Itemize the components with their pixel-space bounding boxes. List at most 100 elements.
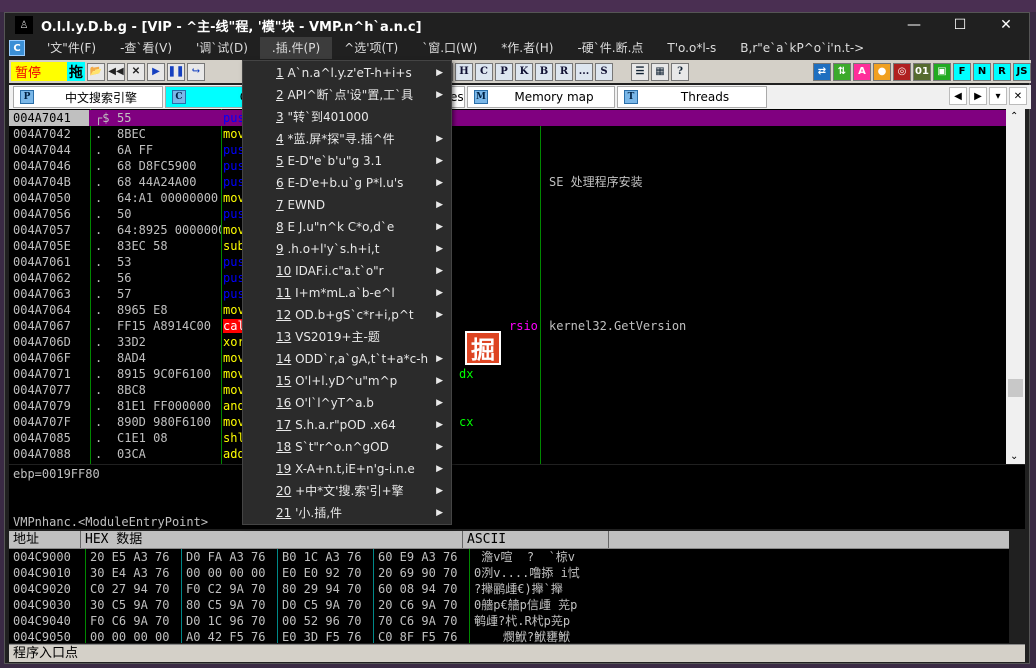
plugin-menu-item[interactable]: 18 S`t"r^o.n^gOD ▶ <box>243 436 451 458</box>
menu-item[interactable]: T'o.o*l-s <box>655 37 728 59</box>
window-button[interactable]: S <box>595 62 613 81</box>
toolbar-button[interactable]: ↪ <box>187 62 205 81</box>
tab-nav-button[interactable]: ▶ <box>969 87 987 105</box>
menu-item[interactable]: -硬`件.断.点 <box>565 37 655 59</box>
plugin-menu-item[interactable]: 19 X-A+n.t,iE+n'g-i.n.e ▶ <box>243 458 451 480</box>
disasm-row[interactable]: 004A7044. 6A FF push <box>9 142 1006 158</box>
disasm-row[interactable]: 004A7088. 03CA add <box>9 446 1006 462</box>
plugin-menu-item[interactable]: 7 EWND ▶ <box>243 194 451 216</box>
plugin-menu-item[interactable]: 14 ODD`r,a`gA,t`t+a*c-h ▶ <box>243 348 451 370</box>
dump-row[interactable]: 004C9010 30 E4 A3 76 00 00 00 00 E0 E0 92 7… <box>9 565 1009 581</box>
dump-row[interactable]: 004C9050 00 00 00 00 A0 42 F5 76 E0 3D F5 7… <box>9 629 1009 643</box>
toolbar-button[interactable]: ▦ <box>651 62 669 81</box>
plugin-button[interactable]: F <box>953 62 971 81</box>
tab-nav-button[interactable]: ✕ <box>1009 87 1027 105</box>
minimize-button[interactable]: — <box>891 13 937 37</box>
menu-item[interactable]: *作.者(H) <box>489 37 565 59</box>
menu-item[interactable]: .插.件(P) <box>259 37 333 59</box>
disasm-row[interactable]: 004A7061. 53 push <box>9 254 1006 270</box>
drag-handle[interactable]: 拖 <box>67 62 85 81</box>
tab-nav-button[interactable]: ◀ <box>949 87 967 105</box>
plugin-menu-item[interactable]: 4 *蓝.屏*探"寻.插^件 ▶ <box>243 128 451 150</box>
plugin-button[interactable]: JS <box>1013 62 1031 81</box>
menu-item[interactable]: `窗.口(W) <box>410 37 489 59</box>
window-button[interactable]: P <box>495 62 513 81</box>
disasm-row[interactable]: 004A7042. 8BEC mov <box>9 126 1006 142</box>
plugin-button[interactable]: A <box>853 62 871 81</box>
menu-item[interactable]: -查`看(V) <box>108 37 184 59</box>
dump-row[interactable]: 004C9040 F0 C6 9A 70 D0 1C 96 70 00 52 96 7… <box>9 613 1009 629</box>
plugin-button[interactable]: ● <box>873 62 891 81</box>
window-button[interactable]: K <box>515 62 533 81</box>
disasm-row[interactable]: 004A7077. 8BC8 mov <box>9 382 1006 398</box>
plugin-menu-item[interactable]: 16 O'l`l^yT^a.b ▶ <box>243 392 451 414</box>
menu-item[interactable]: '调`试(D) <box>184 37 260 59</box>
cpu-icon[interactable]: C <box>9 40 25 56</box>
tab-3[interactable]: M Memory map <box>467 86 615 108</box>
plugin-button[interactable]: ⇄ <box>813 62 831 81</box>
toolbar-button[interactable]: ☰ <box>631 62 649 81</box>
col-hex[interactable]: HEX 数据 <box>81 531 463 548</box>
plugin-menu-item[interactable]: 15 O'l+l.yD^u"m^p ▶ <box>243 370 451 392</box>
plugin-menu-item[interactable]: 13 VS2019+主-题 <box>243 326 451 348</box>
menu-item[interactable]: ^选'项(T) <box>332 37 410 59</box>
plugin-menu-item[interactable]: 1 A`n.a^l.y.z'eT-h+i+s ▶ <box>243 62 451 84</box>
toolbar-button[interactable]: ✕ <box>127 62 145 81</box>
disasm-row[interactable]: 004A7071. 8915 9C0F6100 mov dx <box>9 366 1006 382</box>
tab-4[interactable]: T Threads <box>617 86 767 108</box>
disasm-row[interactable]: 004A706F. 8AD4 mov <box>9 350 1006 366</box>
plugin-button[interactable]: 01 <box>913 62 931 81</box>
menu-item[interactable]: '文"件(F) <box>35 37 108 59</box>
plugin-button[interactable]: ▣ <box>933 62 951 81</box>
dump-row[interactable]: 004C9020 C0 27 94 70 F0 C2 9A 70 80 29 94 7… <box>9 581 1009 597</box>
disasm-row[interactable]: 004A7064. 8965 E8 mov <box>9 302 1006 318</box>
toolbar-button[interactable]: ◀◀ <box>107 62 125 81</box>
maximize-button[interactable]: ☐ <box>937 13 983 37</box>
plugin-menu-item[interactable]: 20 +中*文'搜.索'引+擎 ▶ <box>243 480 451 502</box>
col-ascii[interactable]: ASCII <box>463 531 609 548</box>
disasm-row[interactable]: 004A7046. 68 D8FC5900 push <box>9 158 1006 174</box>
disasm-row[interactable]: 004A705E. 83EC 58 sub <box>9 238 1006 254</box>
tab-nav-button[interactable]: ▾ <box>989 87 1007 105</box>
disasm-row[interactable]: 004A7041 ┌$ 55 push <box>9 110 1006 126</box>
toolbar-button[interactable]: ❚❚ <box>167 62 185 81</box>
window-button[interactable]: R <box>555 62 573 81</box>
close-button[interactable]: ✕ <box>983 13 1029 37</box>
disasm-row[interactable]: 004A7063. 57 push <box>9 286 1006 302</box>
plugin-menu-item[interactable]: 11 I+m*mL.a`b-e^l ▶ <box>243 282 451 304</box>
disassembly-pane[interactable]: 004A7041 ┌$ 55 push 004A7042. 8BEC mov 004A7044… <box>9 109 1006 464</box>
tab-0[interactable]: P 中文搜索引擎 <box>13 86 163 108</box>
plugin-button[interactable]: ⇅ <box>833 62 851 81</box>
plugin-menu-item[interactable]: 12 OD.b+gS`c*r+i,p^t ▶ <box>243 304 451 326</box>
disasm-row[interactable]: 004A704B. 68 44A24A00 push SE 处理程序安装 <box>9 174 1006 190</box>
plugin-menu-item[interactable]: 8 E J.u"n^k C*o,d`e ▶ <box>243 216 451 238</box>
plugin-button[interactable]: ◎ <box>893 62 911 81</box>
toolbar-button[interactable]: ? <box>671 62 689 81</box>
plugin-menu-item[interactable]: 17 S.h.a.r"pOD .x64 ▶ <box>243 414 451 436</box>
plugin-menu-item[interactable]: 3 "转`到401000 <box>243 106 451 128</box>
plugin-menu-item[interactable]: 6 E-D'e+b.u`g P*l.u's ▶ <box>243 172 451 194</box>
plugin-menu-item[interactable]: 21 '小.插,件 ▶ <box>243 502 451 524</box>
window-button[interactable]: B <box>535 62 553 81</box>
plugin-menu-item[interactable]: 10 IDAF.i.c"a.t`o"r ▶ <box>243 260 451 282</box>
disasm-row[interactable]: 004A7056. 50 push <box>9 206 1006 222</box>
plugin-menu-item[interactable]: 5 E-D"e`b'u"g 3.1 ▶ <box>243 150 451 172</box>
disasm-row[interactable]: 004A7050. 64:A1 00000000 mov <box>9 190 1006 206</box>
plugin-button[interactable]: N <box>973 62 991 81</box>
dump-row[interactable]: 004C9000 20 E5 A3 76 D0 FA A3 76 B0 1C A3 7… <box>9 549 1009 565</box>
window-button[interactable]: C <box>475 62 493 81</box>
menu-item[interactable]: B,r"e`a`kP^o`i'n.t-> <box>728 37 876 59</box>
window-button[interactable]: H <box>455 62 473 81</box>
hex-dump-pane[interactable]: 地址 HEX 数据 ASCII 004C9000 20 E5 A3 76 D0 FA… <box>9 531 1009 643</box>
window-button[interactable]: ... <box>575 62 593 81</box>
toolbar-button[interactable]: ▶ <box>147 62 165 81</box>
toolbar-button[interactable]: 📂 <box>87 62 105 81</box>
plugin-button[interactable]: R <box>993 62 1011 81</box>
disassembly-scrollbar[interactable]: ⌃ ⌄ <box>1006 109 1025 464</box>
plugin-menu-item[interactable]: 2 API^断`点'设"置,工`具 ▶ <box>243 84 451 106</box>
col-address[interactable]: 地址 <box>9 531 81 548</box>
dump-row[interactable]: 004C9030 30 C5 9A 70 80 C5 9A 70 D0 C5 9A 7… <box>9 597 1009 613</box>
plugin-menu-item[interactable]: 9 .h.o+l'y`s.h+i,t ▶ <box>243 238 451 260</box>
disasm-row[interactable]: 004A7079. 81E1 FF000000 and <box>9 398 1006 414</box>
disasm-row[interactable]: 004A7067. FF15 A8914C00 call rsio kernel32.G… <box>9 318 1006 334</box>
